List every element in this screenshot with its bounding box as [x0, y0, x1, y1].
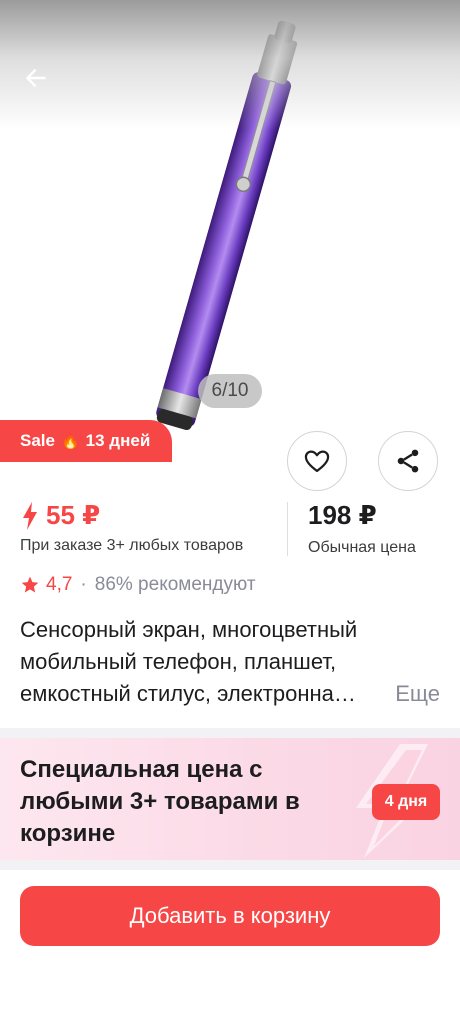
share-icon [397, 449, 419, 473]
regular-price-value: 198 ₽ [308, 500, 377, 530]
title-line: Сенсорный экран, многоцветный [20, 617, 358, 642]
regular-price-note: Обычная цена [308, 539, 416, 556]
lightning-icon [23, 501, 37, 530]
section-divider [0, 860, 460, 870]
more-link[interactable]: Еще [395, 678, 440, 710]
share-button[interactable] [378, 431, 438, 491]
rating-value: 4,7 [46, 574, 73, 595]
special-price-note: При заказе 3+ любых товаров [20, 537, 244, 554]
product-title: Сенсорный экран, многоцветный мобильный … [20, 614, 440, 710]
add-to-cart-button[interactable]: Добавить в корзину [20, 886, 440, 946]
top-gradient [0, 0, 460, 130]
promo-days-badge: 4 дня [372, 784, 440, 820]
special-price-value: 55 ₽ [46, 500, 101, 530]
title-line: емкостный стилус, электронна… [20, 681, 356, 706]
recommend-text: 86% рекомендуют [94, 574, 256, 595]
promo-text: Специальная цена с любыми 3+ товарами в … [20, 756, 300, 847]
favorite-button[interactable] [287, 431, 347, 491]
star-icon [21, 576, 39, 593]
sale-days: 13 дней [85, 431, 151, 450]
product-gallery[interactable]: 6/10 [0, 0, 460, 430]
heart-icon [304, 450, 330, 473]
flame-icon: 🔥 [60, 433, 80, 450]
back-button[interactable] [16, 58, 56, 98]
section-divider [0, 728, 460, 738]
rating-row[interactable]: 4,7 · 86% рекомендуют [20, 574, 256, 596]
image-counter: 6/10 [198, 374, 262, 408]
price-divider [287, 502, 288, 556]
sale-label: Sale [20, 431, 55, 450]
rating-separator: · [80, 574, 87, 595]
regular-price: 198 ₽ Обычная цена [308, 500, 416, 557]
sale-badge: Sale 🔥 13 дней [0, 420, 173, 462]
arrow-left-icon [26, 69, 46, 87]
title-line: мобильный телефон, планшет, [20, 649, 337, 674]
special-price: 55 ₽ При заказе 3+ любых товаров [20, 500, 243, 555]
